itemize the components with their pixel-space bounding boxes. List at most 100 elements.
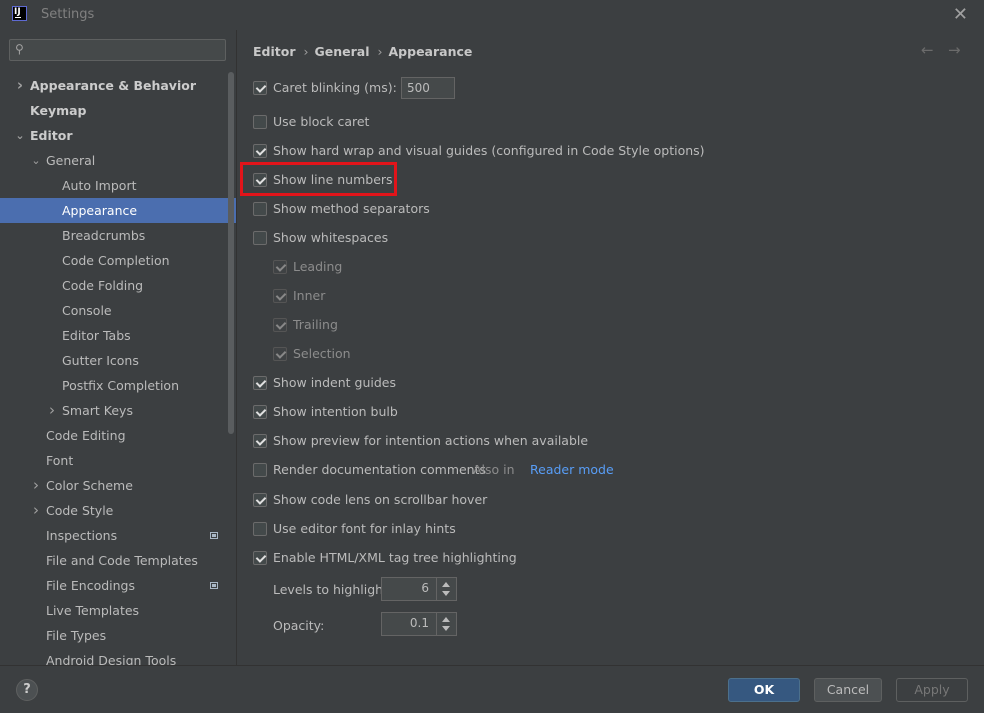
search-icon: ⚲ <box>15 42 24 56</box>
dialog-footer: ? OK Cancel Apply <box>0 665 984 713</box>
settings-content: Editor › General › Appearance ← → Caret blin… <box>237 30 984 665</box>
sidebar-item-label: Auto Import <box>62 178 137 193</box>
sidebar-item[interactable]: Appearance <box>0 198 236 223</box>
sidebar-item[interactable]: Console <box>0 298 236 323</box>
sidebar-item-label: Code Style <box>46 503 114 518</box>
caret-blinking-checkbox[interactable] <box>253 81 267 95</box>
sidebar-item[interactable]: Font <box>0 448 236 473</box>
chevron-down-icon[interactable]: ⌄ <box>14 123 26 148</box>
caret-blinking-label: Caret blinking (ms): <box>273 80 397 95</box>
project-settings-icon <box>210 532 218 539</box>
ok-button[interactable]: OK <box>728 678 800 702</box>
spin-up-icon[interactable] <box>442 617 450 622</box>
chevron-down-icon[interactable]: ⌄ <box>30 148 42 173</box>
sidebar-item-label: Editor Tabs <box>62 328 131 343</box>
sidebar-item[interactable]: File Types <box>0 623 236 648</box>
close-icon[interactable]: ✕ <box>953 4 968 25</box>
opacity-spinner[interactable]: 0.1 <box>381 612 457 636</box>
method-separators-label: Show method separators <box>273 201 430 216</box>
sidebar-item[interactable]: › Appearance & Behavior <box>0 73 236 98</box>
sidebar-item[interactable]: File Encodings <box>0 573 236 598</box>
hard-wrap-label: Show hard wrap and visual guides (config… <box>273 143 705 158</box>
code-lens-checkbox[interactable] <box>253 493 267 507</box>
levels-label: Levels to highlight: <box>273 582 393 597</box>
sidebar-item[interactable]: Gutter Icons <box>0 348 236 373</box>
sidebar-item[interactable]: › Smart Keys <box>0 398 236 423</box>
sidebar-item[interactable]: Auto Import <box>0 173 236 198</box>
sidebar-item[interactable]: ⌄ General <box>0 148 236 173</box>
levels-spinner[interactable]: 6 <box>381 577 457 601</box>
editor-font-checkbox[interactable] <box>253 522 267 536</box>
help-button[interactable]: ? <box>16 679 38 701</box>
cancel-button[interactable]: Cancel <box>814 678 882 702</box>
intention-preview-checkbox[interactable] <box>253 434 267 448</box>
highlight-box <box>240 162 397 196</box>
sidebar-item-label: Font <box>46 453 74 468</box>
sidebar-item[interactable]: Postfix Completion <box>0 373 236 398</box>
sidebar-item-label: Live Templates <box>46 603 140 618</box>
inner-checkbox <box>273 289 287 303</box>
selection-label: Selection <box>293 346 351 361</box>
sidebar-item-label: Android Design Tools <box>46 653 177 665</box>
window-title: Settings <box>41 7 95 22</box>
search-input[interactable] <box>34 42 223 60</box>
sidebar-item[interactable]: Code Editing <box>0 423 236 448</box>
method-separators-checkbox[interactable] <box>253 202 267 216</box>
sidebar-item[interactable]: ⌄ Editor <box>0 123 236 148</box>
hard-wrap-checkbox[interactable] <box>253 144 267 158</box>
chevron-right-icon: › <box>303 44 309 59</box>
sidebar-item[interactable]: Inspections <box>0 523 236 548</box>
chevron-right-icon: › <box>377 44 383 59</box>
sidebar-scrollbar[interactable] <box>228 72 234 434</box>
sidebar-item-label: General <box>46 153 96 168</box>
sidebar-item[interactable]: Code Folding <box>0 273 236 298</box>
breadcrumb-item[interactable]: General <box>315 44 370 59</box>
spin-down-icon[interactable] <box>442 626 450 631</box>
sidebar-item[interactable]: File and Code Templates <box>0 548 236 573</box>
chevron-right-icon[interactable]: › <box>14 73 26 98</box>
sidebar-item-label: Appearance <box>62 203 138 218</box>
render-docs-label: Render documentation comments <box>273 462 487 477</box>
sidebar-item[interactable]: Android Design Tools <box>0 648 236 665</box>
opacity-value[interactable]: 0.1 <box>410 616 429 630</box>
indent-guides-checkbox[interactable] <box>253 376 267 390</box>
chevron-right-icon[interactable]: › <box>30 498 42 523</box>
sidebar-item-label: Code Editing <box>46 428 126 443</box>
sidebar-item[interactable]: Breadcrumbs <box>0 223 236 248</box>
forward-arrow-icon[interactable]: → <box>948 41 961 59</box>
sidebar-item[interactable]: Live Templates <box>0 598 236 623</box>
levels-value[interactable]: 6 <box>421 581 429 595</box>
opacity-label: Opacity: <box>273 618 325 633</box>
chevron-right-icon[interactable]: › <box>30 473 42 498</box>
sidebar-item[interactable]: › Code Style <box>0 498 236 523</box>
sidebar-item[interactable]: Editor Tabs <box>0 323 236 348</box>
spin-up-icon[interactable] <box>442 582 450 587</box>
sidebar-item[interactable]: › Color Scheme <box>0 473 236 498</box>
search-field[interactable]: ⚲ <box>9 39 226 61</box>
sidebar-item[interactable]: Code Completion <box>0 248 236 273</box>
opacity-stepper <box>436 613 456 635</box>
caret-blinking-input[interactable]: 500 <box>401 77 455 99</box>
sidebar-item[interactable]: Keymap <box>0 98 236 123</box>
chevron-right-icon[interactable]: › <box>46 398 58 423</box>
sidebar-item-label: Keymap <box>30 103 87 118</box>
breadcrumb-item[interactable]: Appearance <box>389 44 473 59</box>
spin-down-icon[interactable] <box>442 591 450 596</box>
tag-tree-checkbox[interactable] <box>253 551 267 565</box>
intention-bulb-checkbox[interactable] <box>253 405 267 419</box>
sidebar-item-label: Breadcrumbs <box>62 228 146 243</box>
whitespaces-checkbox[interactable] <box>253 231 267 245</box>
editor-font-label: Use editor font for inlay hints <box>273 521 456 536</box>
levels-stepper <box>436 578 456 600</box>
breadcrumb: Editor › General › Appearance <box>253 44 478 59</box>
back-arrow-icon[interactable]: ← <box>921 41 934 59</box>
apply-button[interactable]: Apply <box>896 678 968 702</box>
sidebar-item-label: Gutter Icons <box>62 353 139 368</box>
render-docs-checkbox[interactable] <box>253 463 267 477</box>
sidebar-item-label: File and Code Templates <box>46 553 198 568</box>
trailing-checkbox <box>273 318 287 332</box>
breadcrumb-item[interactable]: Editor <box>253 44 296 59</box>
block-caret-checkbox[interactable] <box>253 115 267 129</box>
settings-sidebar: ⚲ › Appearance & Behavior Keymap ⌄ Editor ⌄ Ge… <box>0 30 237 665</box>
reader-mode-link[interactable]: Reader mode <box>530 460 614 480</box>
